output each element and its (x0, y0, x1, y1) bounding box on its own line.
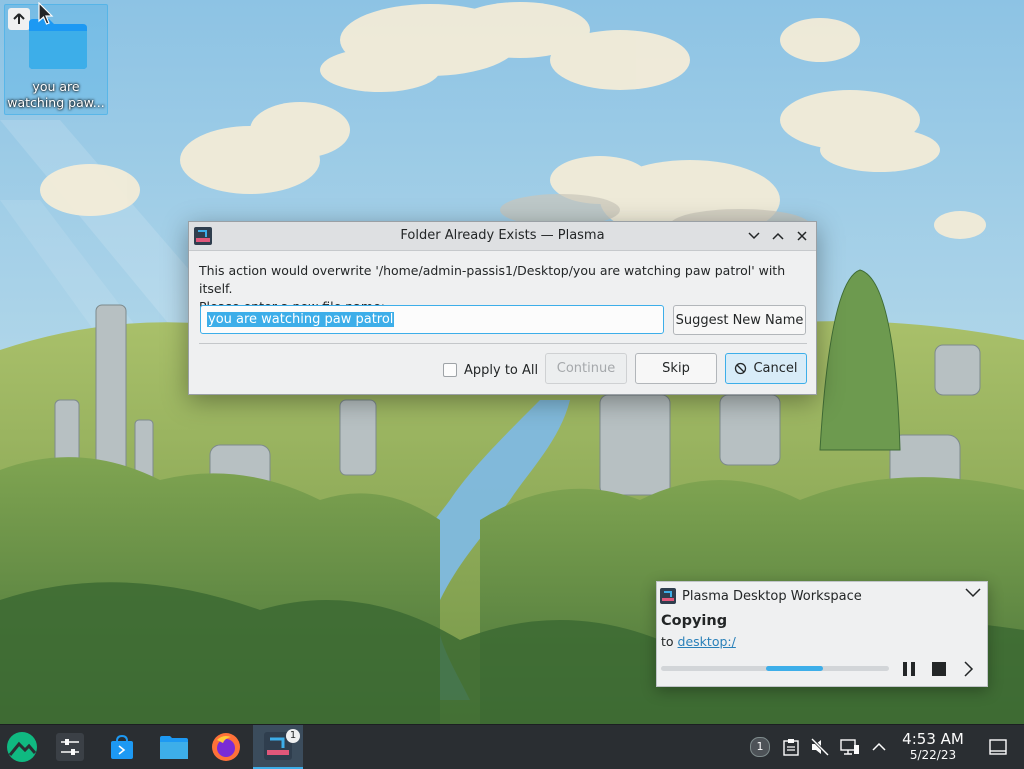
message-line-1: This action would overwrite '/home/admin… (199, 263, 786, 296)
cancel-button[interactable]: Cancel (725, 353, 807, 384)
tray-notification-count[interactable]: 1 (748, 725, 772, 769)
separator (199, 343, 807, 344)
continue-button[interactable]: Continue (545, 353, 627, 384)
clipboard-icon (783, 739, 799, 756)
clock-time: 4:53 AM (902, 730, 964, 748)
taskbar: 1 1 4:53 AM 5/22/23 (0, 724, 1024, 769)
rocky-linux-icon (7, 732, 37, 762)
file-manager-launcher[interactable] (152, 725, 196, 769)
cancel-label: Cancel (753, 361, 798, 376)
stop-icon (932, 662, 946, 676)
chevron-right-icon (964, 661, 974, 677)
desktop-folder-icon-item[interactable]: you are watching paw... (4, 4, 108, 115)
notification-count-badge: 1 (750, 737, 770, 757)
clipboard-tray[interactable] (780, 725, 802, 769)
show-hidden-tray-button[interactable] (868, 725, 890, 769)
copy-progress-fill (766, 666, 823, 671)
job-notification: Plasma Desktop Workspace Copying to desk… (656, 581, 988, 687)
chevron-up-icon (872, 742, 886, 751)
folder-exists-dialog: Folder Already Exists — Plasma This acti… (188, 221, 817, 395)
mouse-cursor-icon (38, 2, 54, 25)
skip-button[interactable]: Skip (635, 353, 717, 384)
notification-header: Plasma Desktop Workspace (660, 588, 862, 604)
destination-link[interactable]: desktop:/ (678, 634, 736, 649)
notification-subtitle: to desktop:/ (661, 634, 736, 649)
cancel-icon (735, 362, 747, 375)
details-button[interactable] (959, 659, 979, 679)
dialog-title: Folder Already Exists — Plasma (400, 228, 605, 243)
task-badge: 1 (286, 729, 300, 743)
settings-launcher[interactable] (48, 725, 92, 769)
notification-app-name: Plasma Desktop Workspace (682, 588, 862, 604)
shopping-bag-icon (111, 734, 133, 759)
dialog-titlebar[interactable]: Folder Already Exists — Plasma (189, 222, 816, 251)
new-name-input-value: you are watching paw patrol (207, 312, 395, 327)
network-wired-icon (840, 739, 859, 755)
apply-to-all-checkbox-box[interactable] (443, 363, 457, 377)
copy-progress-bar (661, 666, 889, 671)
notification-collapse-button[interactable] (965, 587, 981, 602)
apply-to-all-label: Apply to All (464, 362, 539, 378)
notification-to-prefix: to (661, 634, 674, 649)
digital-clock[interactable]: 4:53 AM 5/22/23 (898, 731, 968, 763)
pause-button[interactable] (899, 659, 919, 679)
minimize-button[interactable] (745, 227, 763, 245)
clock-date: 5/22/23 (909, 748, 957, 762)
new-name-input[interactable]: you are watching paw patrol (200, 305, 664, 334)
settings-sliders-icon (56, 733, 84, 761)
suggest-new-name-button[interactable]: Suggest New Name (673, 305, 806, 335)
firefox-icon (212, 733, 240, 761)
show-desktop-icon (989, 739, 1007, 755)
firefox-launcher[interactable] (204, 725, 248, 769)
network-tray[interactable] (838, 725, 862, 769)
speaker-muted-icon (810, 738, 830, 756)
volume-tray[interactable] (808, 725, 832, 769)
folder-icon (160, 736, 188, 759)
maximize-button[interactable] (769, 227, 787, 245)
close-button[interactable] (793, 227, 811, 245)
apply-to-all-checkbox[interactable]: Apply to All (443, 359, 538, 381)
pause-icon (903, 662, 915, 676)
desktop-icon-label: you are watching paw... (7, 79, 105, 110)
notification-title: Copying (661, 613, 728, 629)
task-plasma-dialog[interactable]: 1 (253, 725, 303, 769)
chevron-down-icon (965, 588, 981, 598)
application-launcher[interactable] (0, 725, 44, 769)
discover-launcher[interactable] (100, 725, 144, 769)
stop-button[interactable] (929, 659, 949, 679)
plasma-app-icon (660, 588, 676, 604)
folder-icon (29, 19, 87, 69)
show-desktop-button[interactable] (984, 725, 1012, 769)
